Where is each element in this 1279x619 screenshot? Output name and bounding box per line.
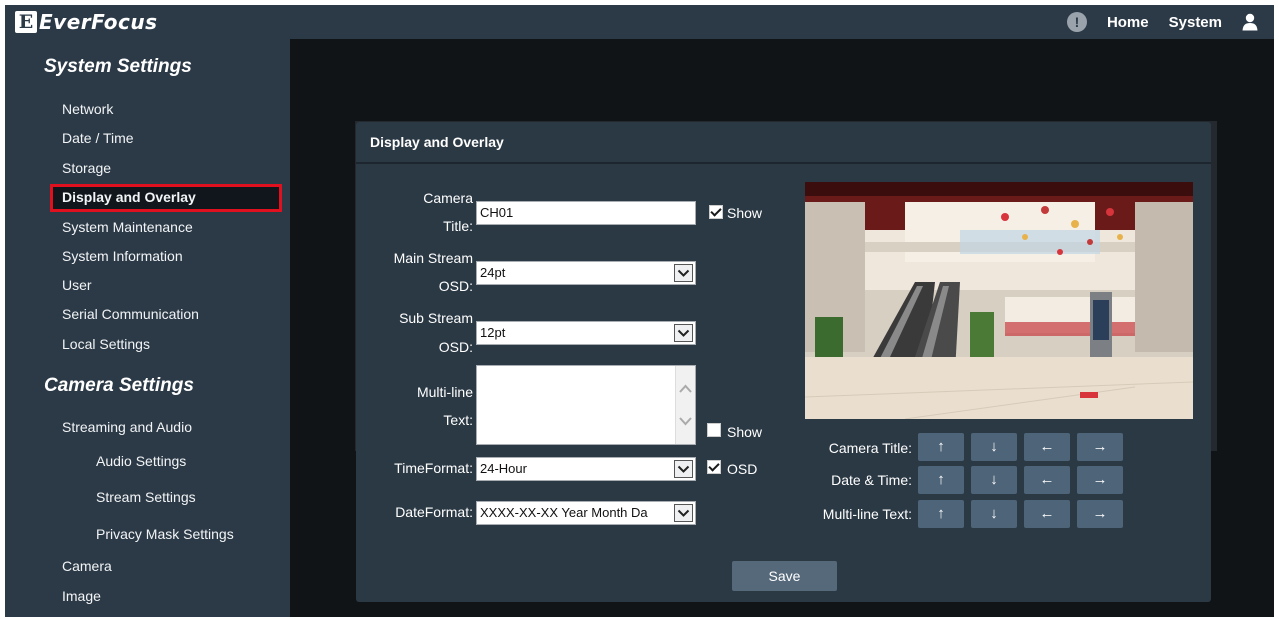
sub-stream-label-2: OSD: [438, 339, 473, 355]
multiline-label-2: Text: [443, 412, 473, 428]
multiline-up-button[interactable]: ↑ [918, 500, 964, 528]
app-window: E EverFocus ! Home System System Setting… [5, 5, 1274, 617]
sub-stream-label-1: Sub Stream [399, 310, 473, 326]
multiline-down-button[interactable]: ↓ [971, 500, 1017, 528]
date-time-left-button[interactable]: ← [1024, 466, 1070, 494]
alert-icon[interactable]: ! [1066, 12, 1087, 32]
multiline-show-label: Show [727, 424, 763, 440]
sidebar-item-serial-communication[interactable]: Serial Communication [62, 306, 199, 322]
sidebar-item-privacy-mask-settings[interactable]: Privacy Mask Settings [96, 526, 234, 542]
main-stream-osd-select[interactable]: 24pt [476, 261, 696, 285]
date-format-value: XXXX-XX-XX Year Month Da [480, 505, 648, 520]
camera-title-label-1: Camera [423, 190, 473, 206]
date-time-up-button[interactable]: ↑ [918, 466, 964, 494]
top-nav: ! Home System [1066, 5, 1258, 39]
camera-title-input[interactable]: CH01 [476, 201, 696, 225]
pos-date-time-label: Date & Time: [831, 472, 912, 488]
sidebar-item-streaming-and-audio[interactable]: Streaming and Audio [62, 419, 192, 435]
camera-preview-image [805, 182, 1193, 419]
top-bar: E EverFocus ! Home System [5, 5, 1274, 39]
main-stream-osd-value: 24pt [480, 265, 506, 280]
osd-label: OSD [727, 461, 758, 477]
brand-logo[interactable]: E EverFocus [15, 9, 157, 35]
sub-stream-osd-select[interactable]: 12pt [476, 321, 696, 345]
camera-title-label-2: Title: [443, 218, 473, 234]
multiline-left-button[interactable]: ← [1024, 500, 1070, 528]
sidebar-item-date-time[interactable]: Date / Time [62, 130, 134, 146]
panel-title: Display and Overlay [370, 134, 504, 150]
chevron-down-icon [674, 460, 693, 478]
system-settings-title: System Settings [44, 56, 192, 77]
multiline-show-checkbox[interactable] [707, 423, 721, 437]
brand-mark-icon: E [15, 11, 37, 33]
multiline-label-1: Multi-line [416, 384, 473, 400]
date-time-right-button[interactable]: → [1077, 466, 1123, 494]
sidebar-item-system-information[interactable]: System Information [62, 248, 183, 264]
sub-stream-osd-value: 12pt [480, 325, 506, 340]
sidebar: System Settings Network Date / Time Stor… [5, 39, 290, 617]
chevron-down-icon [674, 504, 693, 522]
save-button[interactable]: Save [732, 561, 837, 591]
main-stream-label-1: Main Stream [393, 250, 473, 266]
time-format-select[interactable]: 24-Hour [476, 457, 696, 481]
panel-header: Display and Overlay [356, 122, 1211, 164]
pos-multiline-label: Multi-line Text: [822, 506, 912, 522]
user-icon[interactable] [1242, 13, 1258, 31]
sidebar-item-storage[interactable]: Storage [62, 160, 111, 176]
date-time-down-button[interactable]: ↓ [971, 466, 1017, 494]
camera-title-right-button[interactable]: → [1077, 433, 1123, 461]
sidebar-item-display-and-overlay[interactable]: Display and Overlay [62, 189, 196, 205]
pos-camera-title-label: Camera Title: [828, 440, 912, 456]
nav-system-link[interactable]: System [1169, 14, 1222, 31]
sidebar-item-image[interactable]: Image [62, 588, 101, 604]
sidebar-item-user[interactable]: User [62, 277, 92, 293]
sidebar-item-local-settings[interactable]: Local Settings [62, 336, 150, 352]
time-format-value: 24-Hour [480, 461, 527, 476]
sidebar-item-camera[interactable]: Camera [62, 558, 112, 574]
time-format-label: TimeFormat: [394, 460, 473, 476]
nav-home-link[interactable]: Home [1107, 14, 1149, 31]
main-stream-label-2: OSD: [438, 278, 473, 294]
camera-title-show-checkbox[interactable] [709, 205, 723, 219]
brand-name: EverFocus [39, 10, 158, 34]
sidebar-item-network[interactable]: Network [62, 101, 113, 117]
multiline-right-button[interactable]: → [1077, 500, 1123, 528]
chevron-down-icon [674, 264, 693, 282]
osd-checkbox[interactable] [707, 460, 721, 474]
date-format-select[interactable]: XXXX-XX-XX Year Month Da [476, 501, 696, 525]
sidebar-item-audio-settings[interactable]: Audio Settings [96, 453, 186, 469]
camera-settings-title: Camera Settings [44, 375, 194, 396]
camera-title-up-button[interactable]: ↑ [918, 433, 964, 461]
sidebar-item-stream-settings[interactable]: Stream Settings [96, 489, 196, 505]
chevron-down-icon [674, 324, 693, 342]
multiline-text-area[interactable] [476, 365, 696, 445]
sidebar-item-system-maintenance[interactable]: System Maintenance [62, 219, 193, 235]
textarea-scrollbar[interactable] [675, 366, 695, 444]
date-format-label: DateFormat: [395, 504, 473, 520]
camera-title-show-label: Show [727, 205, 763, 221]
camera-title-down-button[interactable]: ↓ [971, 433, 1017, 461]
camera-title-left-button[interactable]: ← [1024, 433, 1070, 461]
